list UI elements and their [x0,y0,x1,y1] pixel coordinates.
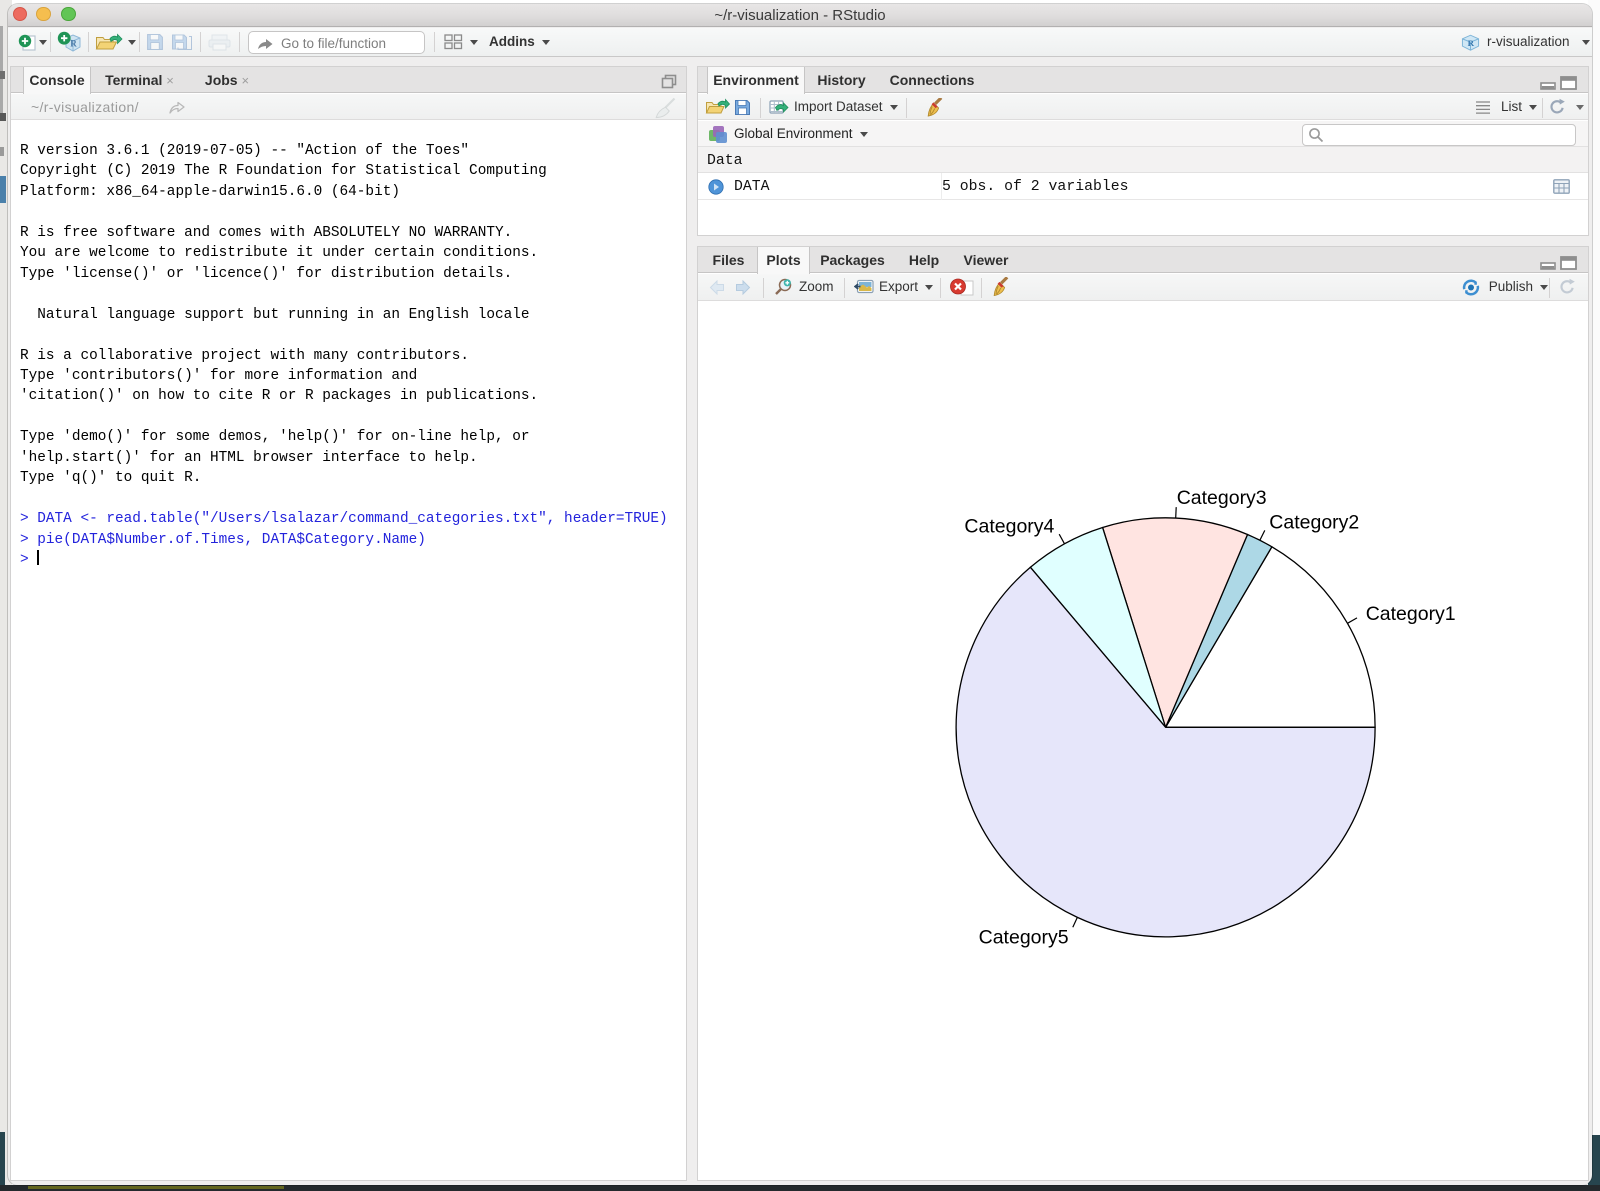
svg-text:Category4: Category4 [964,515,1054,537]
svg-text:Category2: Category2 [1269,512,1359,534]
svg-text:R: R [70,39,77,49]
svg-text:Category3: Category3 [1177,487,1267,509]
svg-text:Category1: Category1 [1366,603,1456,625]
svg-text:R: R [1468,38,1475,48]
svg-text:Category5: Category5 [979,926,1069,948]
